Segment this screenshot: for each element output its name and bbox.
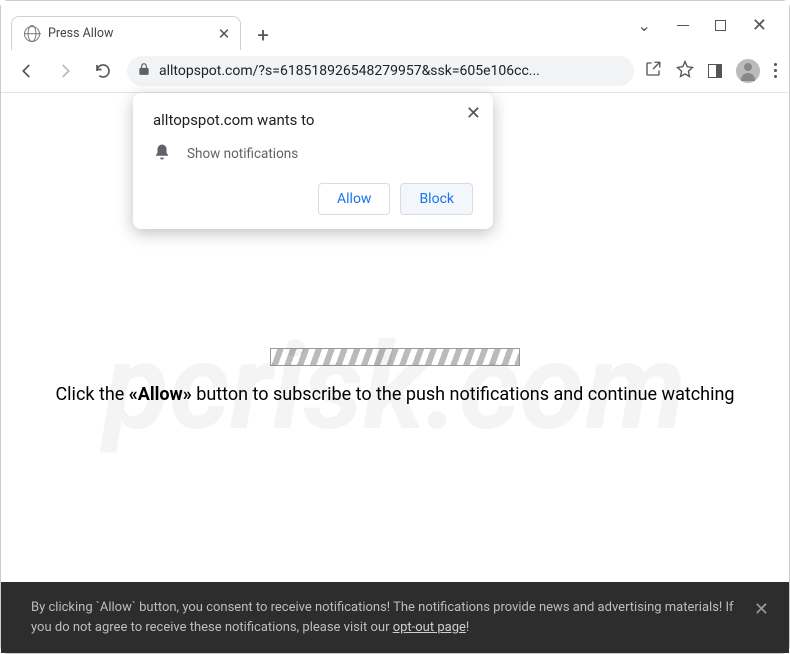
bell-icon <box>153 143 171 165</box>
lock-icon <box>137 62 151 80</box>
back-button[interactable] <box>13 57 41 85</box>
browser-tab[interactable]: Press Allow ✕ <box>11 16 241 50</box>
toolbar-right <box>644 59 777 83</box>
url-text: alltopspot.com/?s=618518926548279957&ssk… <box>159 63 624 79</box>
menu-icon[interactable] <box>774 63 777 78</box>
permission-popup: ✕ alltopspot.com wants to Show notificat… <box>133 93 493 229</box>
tab-title: Press Allow <box>48 26 208 41</box>
globe-icon <box>24 26 40 42</box>
window-controls: ⌄ ✕ <box>638 15 790 36</box>
chevron-down-icon[interactable]: ⌄ <box>638 16 651 35</box>
toolbar: alltopspot.com/?s=618518926548279957&ssk… <box>1 49 789 93</box>
msg-bold: «Allow» <box>129 384 192 405</box>
banner-text-prefix: By clicking `Allow` button, you consent … <box>31 600 734 635</box>
consent-banner: ✕ By clicking `Allow` button, you consen… <box>1 582 789 653</box>
star-icon[interactable] <box>676 60 694 82</box>
titlebar: Press Allow ✕ + ⌄ ✕ <box>1 1 789 49</box>
side-panel-icon[interactable] <box>708 64 722 78</box>
progress-bar <box>270 348 520 366</box>
permission-label: Show notifications <box>187 146 298 162</box>
minimize-button[interactable] <box>677 25 689 26</box>
msg-prefix: Click the <box>55 384 128 405</box>
permission-title: alltopspot.com wants to <box>153 111 473 129</box>
block-button[interactable]: Block <box>400 183 473 215</box>
banner-text-suffix: ! <box>466 620 469 635</box>
profile-avatar[interactable] <box>736 59 760 83</box>
forward-button <box>51 57 79 85</box>
close-tab-icon[interactable]: ✕ <box>216 26 232 42</box>
msg-suffix: button to subscribe to the push notifica… <box>192 384 735 405</box>
close-banner-icon[interactable]: ✕ <box>754 596 769 623</box>
address-bar[interactable]: alltopspot.com/?s=618518926548279957&ssk… <box>127 56 634 86</box>
close-popup-icon[interactable]: ✕ <box>466 103 481 124</box>
maximize-button[interactable] <box>715 20 726 31</box>
page-message: Click the «Allow» button to subscribe to… <box>1 384 789 405</box>
close-window-button[interactable]: ✕ <box>752 15 767 36</box>
permission-row: Show notifications <box>153 143 473 165</box>
reload-button[interactable] <box>89 57 117 85</box>
share-icon[interactable] <box>644 60 662 82</box>
tabs-area: Press Allow ✕ + <box>1 1 638 49</box>
permission-buttons: Allow Block <box>153 183 473 215</box>
new-tab-button[interactable]: + <box>249 21 277 49</box>
opt-out-link[interactable]: opt-out page <box>393 620 466 635</box>
allow-button[interactable]: Allow <box>318 183 390 215</box>
